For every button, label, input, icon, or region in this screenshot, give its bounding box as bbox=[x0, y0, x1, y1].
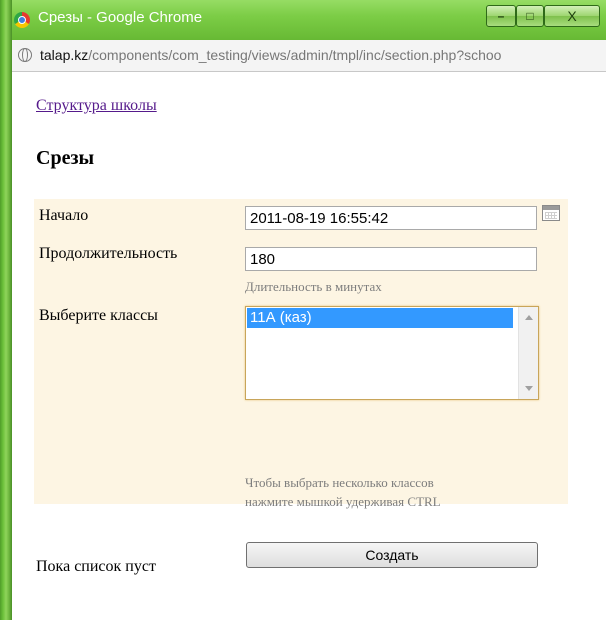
breadcrumb-link-school-structure[interactable]: Структура школы bbox=[36, 97, 157, 115]
empty-list-message: Пока список пуст bbox=[36, 558, 156, 575]
create-button[interactable]: Создать bbox=[246, 542, 538, 568]
globe-icon bbox=[18, 48, 32, 62]
classes-label: Выберите классы bbox=[39, 307, 158, 324]
title-bar[interactable]: Срезы - Google Chrome – □ X bbox=[0, 0, 606, 40]
address-bar[interactable]: talap.kz/components/com_testing/views/ad… bbox=[12, 40, 606, 72]
calendar-icon[interactable] bbox=[542, 205, 560, 221]
page-title: Срезы bbox=[36, 147, 95, 169]
page-content: Структура школы Срезы Начало Продолжител… bbox=[12, 72, 606, 620]
browser-window: Срезы - Google Chrome – □ X talap.kz/com… bbox=[0, 0, 606, 620]
start-label: Начало bbox=[39, 207, 89, 224]
classes-hint-line1: Чтобы выбрать несколько классов bbox=[245, 475, 434, 490]
url-host: talap.kz bbox=[40, 47, 89, 63]
url-path: /components/com_testing/views/admin/tmpl… bbox=[88, 47, 502, 63]
classes-hint-line2: нажмите мышкой удерживая CTRL bbox=[245, 494, 441, 509]
listbox-scrollbar[interactable] bbox=[518, 307, 538, 399]
scroll-down-arrow-icon[interactable] bbox=[525, 386, 533, 391]
chrome-logo-icon bbox=[14, 12, 30, 28]
start-datetime-input[interactable] bbox=[245, 206, 537, 230]
class-option-selected[interactable]: 11А (каз) bbox=[247, 308, 513, 328]
url-field[interactable]: talap.kz/components/com_testing/views/ad… bbox=[40, 47, 604, 63]
scroll-up-arrow-icon[interactable] bbox=[525, 315, 533, 320]
duration-hint: Длительность в минутах bbox=[245, 279, 382, 294]
window-frame-left bbox=[0, 0, 12, 620]
create-section-form: Начало Продолжительность Длительность в … bbox=[34, 199, 568, 568]
classes-hint: Чтобы выбрать несколько классов нажмите … bbox=[245, 473, 545, 511]
close-button[interactable]: X bbox=[544, 5, 600, 27]
duration-input[interactable] bbox=[245, 247, 537, 271]
minimize-button[interactable]: – bbox=[486, 5, 516, 27]
classes-listbox[interactable]: 11А (каз) bbox=[245, 306, 539, 400]
maximize-button[interactable]: □ bbox=[516, 5, 544, 27]
window-title: Срезы - Google Chrome bbox=[38, 9, 203, 26]
duration-label: Продолжительность bbox=[39, 245, 178, 262]
